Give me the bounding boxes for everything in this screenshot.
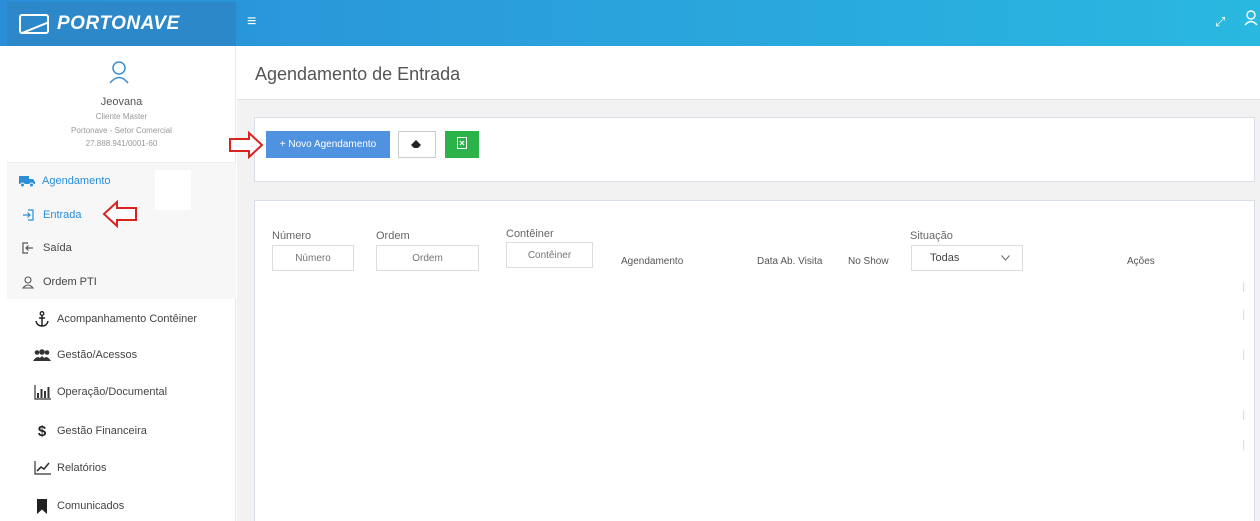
sidebar-item-label: Comunicados: [57, 500, 125, 512]
eraser-icon: [411, 137, 423, 152]
sidebar-item-gestao-financeira[interactable]: $ Gestão Financeira: [7, 420, 236, 442]
profile-cnpj: 27.888.941/0001-60: [85, 139, 158, 148]
scroll-mark: [1243, 282, 1244, 292]
bookmark-icon: [33, 498, 51, 514]
sidebar-item-comunicados[interactable]: Comunicados: [7, 495, 236, 517]
sidebar-item-label: Ordem PTI: [43, 276, 97, 288]
sidebar: Jeovana Cliente Master Portonave - Setor…: [7, 46, 236, 521]
annotation-arrow-icon: [229, 131, 264, 159]
sign-out-icon: [19, 242, 37, 254]
scroll-mark: [1243, 440, 1244, 450]
chevron-down-icon: [1001, 252, 1010, 264]
column-data-ab-visita[interactable]: Data Ab. Visita: [757, 256, 822, 267]
sidebar-item-relatorios[interactable]: Relatórios: [7, 457, 236, 479]
column-no-show[interactable]: No Show: [848, 256, 889, 267]
sidebar-item-label: Gestão/Acessos: [57, 349, 138, 361]
scroll-mark: [1243, 350, 1244, 360]
export-excel-button[interactable]: [445, 131, 479, 158]
brand-logo[interactable]: PORTONAVE: [7, 2, 236, 46]
sidebar-item-label: Agendamento: [42, 175, 111, 187]
sidebar-item-label: Relatórios: [57, 462, 107, 474]
filter-situacao-label: Situação: [910, 230, 953, 242]
sidebar-item-label: Entrada: [43, 209, 82, 221]
user-profile: Jeovana Cliente Master Portonave - Setor…: [7, 46, 236, 163]
sidebar-item-ordem-pti[interactable]: Ordem PTI: [7, 272, 236, 292]
menu-highlight-box: [155, 170, 191, 210]
sidebar-item-agendamento[interactable]: Agendamento: [7, 171, 236, 191]
user-icon: [19, 275, 37, 289]
scroll-mark: [1243, 410, 1244, 420]
sign-in-icon: [19, 209, 37, 221]
filter-numero-label: Número: [272, 230, 312, 242]
sidebar-item-gestao-acessos[interactable]: Gestão/Acessos: [7, 344, 236, 366]
anchor-icon: [33, 311, 51, 327]
situacao-select[interactable]: Todas: [911, 245, 1023, 271]
column-acoes[interactable]: Ações: [1127, 256, 1155, 267]
new-appointment-button[interactable]: + Novo Agendamento: [266, 131, 390, 158]
ordem-input[interactable]: [376, 245, 479, 271]
filter-conteiner-label: Contêiner: [506, 228, 554, 240]
clear-filters-button[interactable]: [398, 131, 436, 158]
numero-input[interactable]: [272, 245, 354, 271]
scroll-mark: [1243, 310, 1244, 320]
dollar-icon: $: [37, 422, 47, 440]
profile-company: Portonave - Setor Comercial: [71, 126, 172, 135]
line-chart-icon: [33, 461, 51, 475]
users-icon: [33, 348, 51, 362]
sidebar-item-label: Gestão Financeira: [57, 425, 147, 437]
annotation-arrow-icon: [102, 200, 137, 228]
logo-mark-icon: [19, 14, 49, 34]
situacao-value: Todas: [930, 252, 960, 264]
profile-name: Jeovana: [100, 96, 143, 108]
sidebar-item-acompanhamento[interactable]: Acompanhamento Contêiner: [7, 308, 236, 330]
conteiner-input[interactable]: [506, 242, 593, 268]
expand-icon[interactable]: ⤢: [1215, 14, 1225, 30]
sidebar-item-label: Saída: [43, 242, 72, 254]
sidebar-item-saida[interactable]: Saída: [7, 238, 236, 258]
profile-user-icon: [108, 60, 130, 87]
sidebar-item-operacao[interactable]: Operação/Documental: [7, 381, 236, 403]
page-title: Agendamento de Entrada: [255, 64, 461, 84]
truck-icon: [18, 175, 36, 187]
brand-name: PORTONAVE: [57, 13, 180, 34]
bar-chart-icon: [33, 384, 51, 400]
top-bar: PORTONAVE ≡ ⤢: [0, 0, 1260, 46]
user-icon[interactable]: [1244, 10, 1258, 29]
sidebar-item-label: Acompanhamento Contêiner: [57, 313, 198, 325]
hamburger-icon[interactable]: ≡: [247, 13, 256, 31]
excel-icon: [457, 137, 467, 152]
filter-ordem-label: Ordem: [376, 230, 410, 242]
profile-role: Cliente Master: [95, 112, 148, 121]
column-agendamento[interactable]: Agendamento: [621, 256, 683, 267]
sidebar-item-label: Operação/Documental: [57, 386, 168, 398]
